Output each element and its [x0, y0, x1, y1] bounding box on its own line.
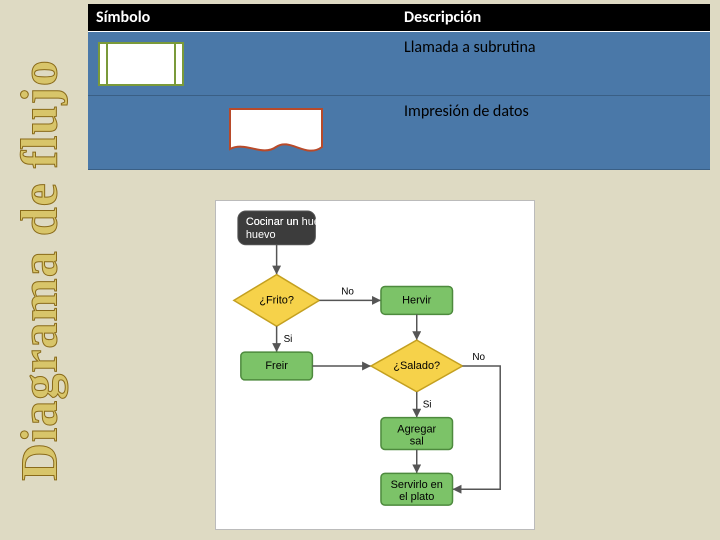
header-symbol: Símbolo [88, 4, 396, 32]
desc-cell: Llamada a subrutina [396, 32, 710, 96]
flow-label-si-2: Si [423, 400, 432, 411]
flow-proc-agregar-text-l1: Agregar [397, 423, 436, 435]
flow-decision-frito-text: ¿Frito? [259, 294, 294, 306]
symbol-cell-subroutine [88, 32, 396, 96]
flow-proc-servir-text-l2: el plato [399, 491, 434, 503]
header-description: Descripción [396, 4, 710, 32]
flowchart-diagram: Cocinar un huevo Cocinar un huevo ¿Frito… [215, 200, 535, 530]
flow-proc-hervir-text: Hervir [402, 294, 431, 306]
content-area: Símbolo Descripción Llamada a subrutina … [88, 4, 710, 170]
sidebar-title: Diagrama de flujo [11, 59, 70, 480]
desc-cell: Impresión de datos [396, 96, 710, 170]
flow-start-text-l1: Cocinar un [246, 216, 299, 228]
symbol-cell-print [88, 96, 396, 170]
subroutine-icon [98, 42, 184, 86]
flow-label-si: Si [284, 334, 293, 345]
flow-proc-freir-text: Freir [265, 360, 288, 372]
document-icon [228, 107, 324, 159]
flow-proc-servir-text-l1: Servirlo en [391, 479, 443, 491]
flow-start-text-l2: huevo [246, 229, 276, 241]
table-header-row: Símbolo Descripción [88, 4, 710, 32]
table-row: Impresión de datos [88, 96, 710, 170]
flow-decision-salado-text: ¿Salado? [393, 360, 440, 372]
flow-label-no-2: No [472, 352, 485, 363]
flow-label-no: No [341, 286, 354, 297]
flow-proc-agregar-text-l2: sal [410, 435, 424, 447]
table-row: Llamada a subrutina [88, 32, 710, 96]
